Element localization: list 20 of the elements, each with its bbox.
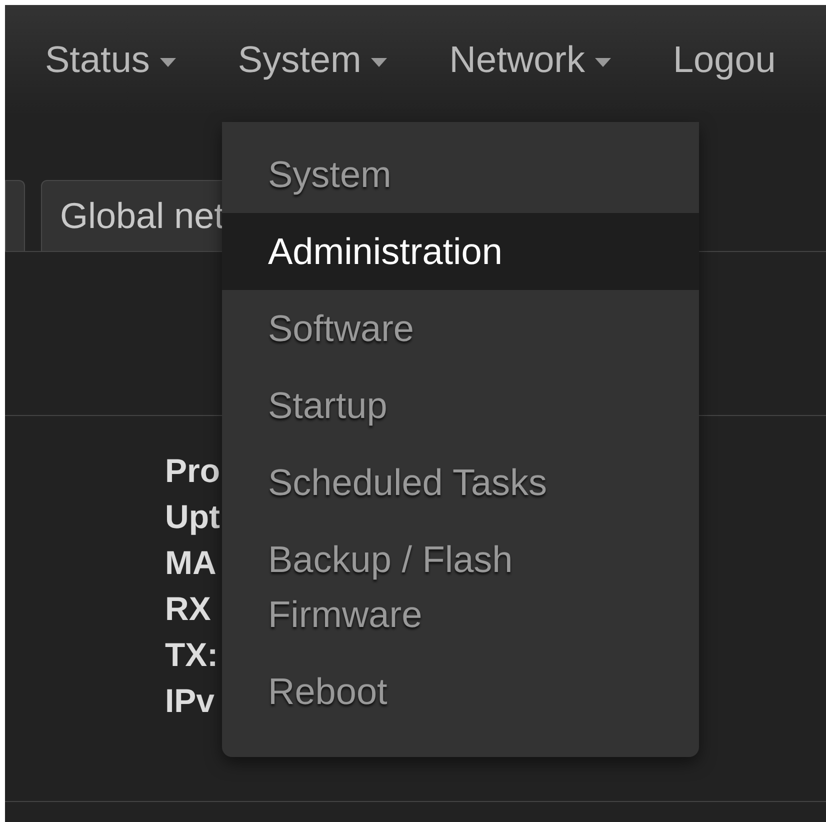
menu-item[interactable]: Administration (222, 213, 699, 290)
caret-icon (160, 58, 176, 66)
field-label: RX (165, 589, 211, 629)
menu-item[interactable]: Backup / Flash Firmware (222, 521, 699, 653)
menu-item[interactable]: Scheduled Tasks (222, 444, 699, 521)
caret-icon (371, 58, 388, 66)
nav-link[interactable]: Logou (672, 39, 776, 81)
menu-item[interactable]: Startup (222, 367, 699, 444)
field-label: Pro (165, 451, 220, 491)
field-label: TX: (165, 635, 218, 675)
nav-menu[interactable]: Network (449, 39, 611, 81)
field-label: MA (165, 543, 216, 583)
caret-icon (594, 58, 611, 66)
nav-menu[interactable]: Status (45, 39, 176, 81)
tab[interactable] (5, 180, 25, 251)
field-label: Upt (165, 497, 220, 537)
menu-item[interactable]: Reboot (222, 653, 699, 730)
nav-menu[interactable]: System (238, 39, 388, 81)
menu-item[interactable]: Software (222, 290, 699, 367)
field-label: IPv (165, 681, 215, 721)
